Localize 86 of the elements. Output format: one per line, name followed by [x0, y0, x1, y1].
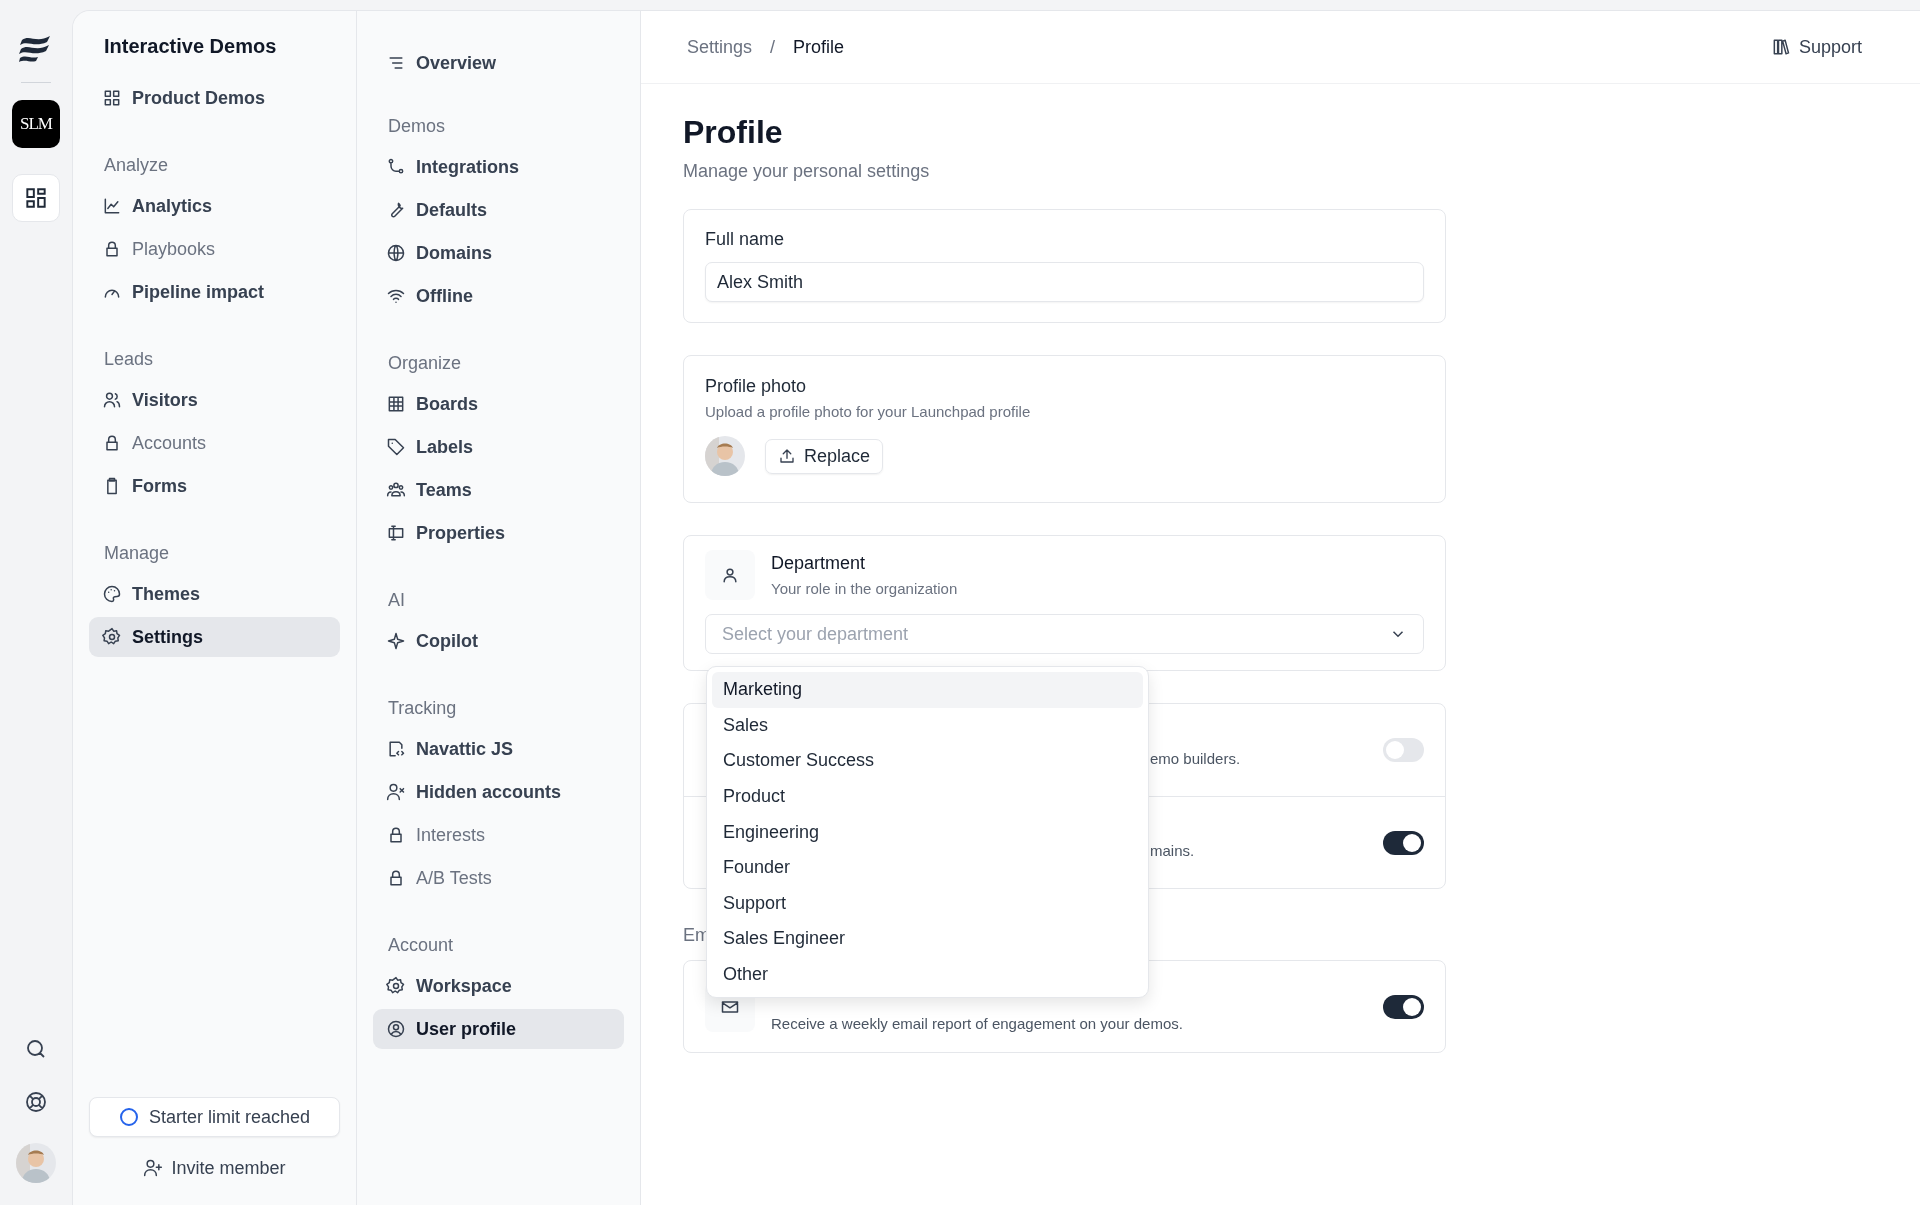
section-heading: Organize [387, 353, 463, 374]
dropdown-option[interactable]: Engineering [712, 814, 1143, 850]
sidebar-item[interactable]: Accounts [89, 423, 340, 463]
grid-icon [23, 185, 49, 211]
settings-nav-item[interactable]: Domains [373, 233, 624, 273]
name-field[interactable]: Alex Smith [705, 262, 1424, 302]
gear-icon [386, 976, 406, 996]
dropdown-option[interactable]: Product [712, 778, 1143, 815]
invite-button[interactable]: Invite member [143, 1151, 286, 1185]
line-chart-icon [102, 196, 122, 216]
card-title: Department [771, 553, 867, 574]
settings-nav-item[interactable]: User profile [373, 1009, 624, 1049]
gear-icon [102, 627, 122, 647]
toggle-switch[interactable] [1383, 994, 1424, 1019]
sidebar-item[interactable]: Themes [89, 574, 340, 614]
card-description: Your role in the organization [771, 580, 958, 597]
sidebar-item[interactable]: Pipeline impact [89, 272, 340, 312]
setting-description: emo builders. [1150, 749, 1241, 767]
settings-nav-item[interactable]: Copilot [373, 621, 624, 661]
card-description: Upload a profile photo for your Launchpad profile [705, 403, 1032, 420]
breadcrumb-item: / [770, 36, 776, 58]
globe-icon [386, 243, 406, 263]
section-heading: Manage [103, 543, 171, 564]
dropdown-option[interactable]: Marketing [712, 672, 1143, 708]
card-title: Profile photo [705, 376, 808, 397]
section-heading: Account [387, 935, 455, 956]
breadcrumb-item[interactable]: Settings [687, 36, 753, 58]
user-icon [720, 565, 740, 585]
user-x-icon [386, 782, 406, 802]
section-heading: Leads [103, 349, 155, 370]
settings-nav-item[interactable]: Offline [373, 276, 624, 316]
settings-nav-item[interactable]: Properties [373, 513, 624, 553]
palette-icon [102, 584, 122, 604]
sparkle-icon [386, 631, 406, 651]
settings-nav-item[interactable]: A/B Tests [373, 858, 624, 898]
dropdown-option[interactable]: Founder [712, 849, 1143, 886]
user-plus-icon [143, 1158, 164, 1178]
demos-button[interactable] [12, 174, 60, 222]
settings-nav-item[interactable]: Teams [373, 470, 624, 510]
sidebar-item[interactable]: Product Demos [89, 78, 340, 118]
workspace-badge[interactable]: SLM [12, 100, 60, 148]
sidebar-item[interactable]: Visitors [89, 380, 340, 420]
dropdown-option[interactable]: Support [712, 885, 1143, 922]
section-heading: Tracking [387, 698, 458, 719]
section-heading: Demos [387, 116, 446, 137]
dropdown-option[interactable]: Other [712, 956, 1143, 993]
settings-nav-item[interactable]: Integrations [373, 147, 624, 187]
sidebar-title: Interactive Demos [103, 35, 278, 58]
dropdown-option[interactable]: Sales Engineer [712, 921, 1143, 957]
properties-icon [386, 523, 406, 543]
limit-button[interactable]: Starter limit reached [89, 1097, 340, 1137]
settings-nav-item[interactable]: Interests [373, 815, 624, 855]
users-icon [102, 390, 122, 410]
toggle-switch[interactable] [1383, 738, 1424, 762]
sidebar-item[interactable]: Forms [89, 466, 340, 506]
dropdown-option[interactable]: Customer Success [712, 743, 1143, 779]
setting-description: Receive a weekly email report of engagement on your demos. [771, 1015, 1184, 1032]
settings-nav-item[interactable]: Navattic JS [373, 729, 624, 769]
settings-nav-item[interactable]: Workspace [373, 966, 624, 1006]
page-subtitle: Manage your personal settings [683, 161, 931, 182]
grid-icon [102, 88, 122, 108]
sidebar-item[interactable]: Analytics [89, 186, 340, 226]
section-heading: AI [387, 590, 406, 611]
replace-button[interactable]: Replace [765, 438, 884, 474]
toggle-switch[interactable] [1383, 830, 1424, 855]
settings-nav-item[interactable]: Hidden accounts [373, 772, 624, 812]
settings-nav-item[interactable]: Defaults [373, 190, 624, 230]
settings-nav-item[interactable]: Labels [373, 427, 624, 467]
sidebar-item[interactable]: Playbooks [89, 229, 340, 269]
setting-description: mains. [1150, 842, 1195, 859]
team-icon [386, 480, 406, 500]
breadcrumb-current: Profile [793, 36, 845, 58]
tag-icon [386, 437, 406, 457]
ring-icon [118, 1107, 139, 1127]
page-title: Profile [683, 114, 784, 151]
code-file-icon [386, 739, 406, 759]
section-heading: Analyze [103, 155, 170, 176]
dropdown-option[interactable]: Sales [712, 707, 1143, 744]
lifebuoy-icon[interactable] [24, 1090, 48, 1114]
field-label: Full name [705, 229, 786, 250]
upload-icon [778, 447, 796, 465]
table-icon [386, 394, 406, 414]
settings-nav-item[interactable]: Overview [373, 43, 624, 83]
settings-nav-item[interactable]: Boards [373, 384, 624, 424]
sidebar-item[interactable]: Settings [89, 617, 340, 657]
support-link[interactable]: Support [1770, 36, 1862, 58]
